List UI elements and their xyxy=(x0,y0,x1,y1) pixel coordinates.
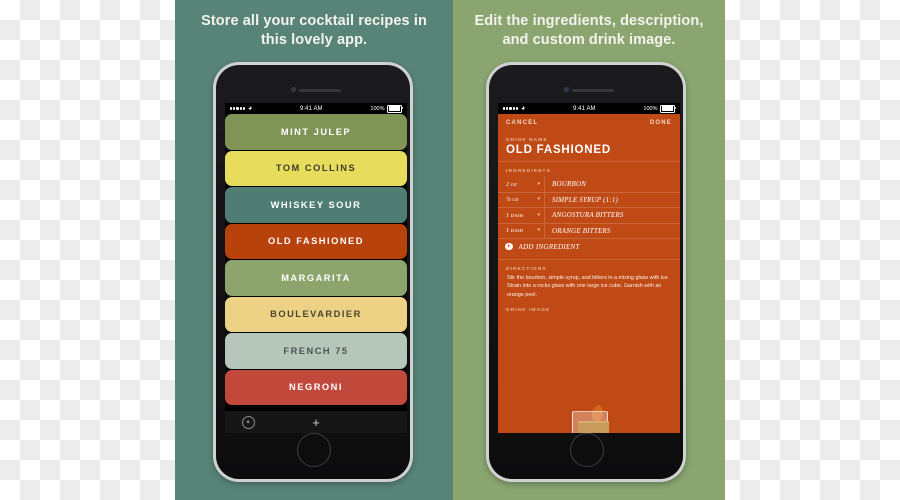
drink-name-label: NEGRONI xyxy=(289,382,343,393)
glass-body xyxy=(572,411,609,433)
form-navigation-bar: CANCEL DONE xyxy=(498,114,680,131)
drink-name-label: MINT JULEP xyxy=(280,126,352,137)
ingredient-quantity-stepper[interactable]: 1 DASH ▾ xyxy=(498,223,545,238)
add-ingredient-button[interactable]: + ADD INGREDIENT xyxy=(498,239,680,254)
chevron-down-icon: ▾ xyxy=(537,227,540,234)
list-item[interactable]: NEGRONI xyxy=(225,369,407,405)
drink-name-label: MARGARITA xyxy=(281,272,351,283)
ingredient-name-input[interactable]: ORANGE BITTERS xyxy=(545,227,680,235)
right-promo-panel: Edit the ingredients, description, and c… xyxy=(453,0,725,500)
signal-dots-icon xyxy=(503,107,518,110)
drink-image-preview[interactable] xyxy=(498,404,680,433)
divider xyxy=(498,259,680,260)
ingredient-name-input[interactable]: BOURBON xyxy=(545,180,680,188)
drink-name-label: BOULEVARDIER xyxy=(270,309,362,320)
drink-liquid xyxy=(577,421,609,433)
ingredient-amount-label: ¼ OZ xyxy=(506,196,519,204)
phone-left-body: ◕ 9:41 AM 100% MINT JULEP TOM COLLINS WH… xyxy=(216,65,410,479)
home-button[interactable] xyxy=(570,433,604,467)
ingredient-quantity-stepper[interactable]: ¼ OZ ▾ xyxy=(498,192,545,207)
drink-name-label: TOM COLLINS xyxy=(275,163,357,174)
drink-list[interactable]: MINT JULEP TOM COLLINS WHISKEY SOUR OLD … xyxy=(225,114,407,405)
front-camera-icon xyxy=(291,87,296,92)
status-bar-battery-group: 100% xyxy=(643,104,676,113)
directions-textarea[interactable]: Stir the bourbon, simple syrup, and bitt… xyxy=(498,272,680,299)
battery-percent-label: 100% xyxy=(370,105,385,112)
status-bar-left: ◕ 9:41 AM 100% xyxy=(225,103,407,114)
ingredient-row[interactable]: 1 DASH ▾ ORANGE BITTERS xyxy=(498,223,680,239)
chevron-down-icon: ▾ xyxy=(537,180,540,187)
status-bar-battery-group: 100% xyxy=(370,104,403,113)
status-bar-signal-group: ◕ xyxy=(230,105,252,112)
front-camera-icon xyxy=(564,87,569,92)
earpiece-speaker xyxy=(572,88,614,92)
edit-drink-form: CANCEL DONE DRINK NAME OLD FASHIONED ING… xyxy=(498,114,680,433)
list-item[interactable]: TOM COLLINS xyxy=(225,150,407,186)
drink-name-label: FRENCH 75 xyxy=(283,345,349,356)
home-button[interactable] xyxy=(297,433,331,467)
list-item[interactable]: FRENCH 75 xyxy=(225,333,407,369)
earpiece-speaker xyxy=(299,88,341,92)
rocks-glass-icon xyxy=(569,404,609,433)
drink-image-section-label: DRINK IMAGE xyxy=(506,308,551,314)
divider xyxy=(498,161,680,162)
drink-name-input[interactable]: OLD FASHIONED xyxy=(498,143,680,156)
ingredient-row[interactable]: 2 OZ ▾ BOURBON xyxy=(498,177,680,193)
chevron-down-icon: ▾ xyxy=(537,211,540,218)
ingredient-amount-label: 1 DASH xyxy=(506,227,524,235)
battery-full-icon xyxy=(660,104,676,113)
plus-circle-icon: + xyxy=(505,242,513,251)
left-panel-caption: Store all your cocktail recipes in this … xyxy=(201,13,427,49)
battery-full-icon xyxy=(387,104,403,113)
ingredient-amount-label: 2 OZ xyxy=(506,180,517,188)
list-item[interactable]: MINT JULEP xyxy=(225,114,407,150)
ingredient-amount-label: 1 DASH xyxy=(506,211,524,219)
ingredient-name-input[interactable]: ANGOSTURA BITTERS xyxy=(545,211,680,219)
bottom-toolbar: ✦ + xyxy=(225,411,407,433)
phone-left-screen: ◕ 9:41 AM 100% MINT JULEP TOM COLLINS WH… xyxy=(225,103,407,433)
ingredient-row[interactable]: ¼ OZ ▾ SIMPLE SYRUP (1:1) xyxy=(498,192,680,208)
ingredients-list: 2 OZ ▾ BOURBON ¼ OZ ▾ SIMPLE SYRUP (1:1)… xyxy=(498,177,680,254)
list-item[interactable]: MARGARITA xyxy=(225,260,407,296)
status-bar-signal-group: ◕ xyxy=(503,105,525,112)
chevron-down-icon: ▾ xyxy=(537,196,540,203)
left-promo-panel: Store all your cocktail recipes in this … xyxy=(175,0,453,500)
drink-name-label: WHISKEY SOUR xyxy=(270,199,362,210)
cancel-button[interactable]: CANCEL xyxy=(506,120,538,126)
settings-button[interactable]: ✦ xyxy=(225,415,271,429)
cocktail-shaker-icon: ✦ xyxy=(241,415,255,429)
ingredient-quantity-stepper[interactable]: 1 DASH ▾ xyxy=(498,208,545,223)
add-drink-button[interactable]: + xyxy=(271,416,361,429)
add-ingredient-label: ADD INGREDIENT xyxy=(518,242,580,251)
list-item[interactable]: OLD FASHIONED xyxy=(225,223,407,259)
list-item[interactable]: WHISKEY SOUR xyxy=(225,187,407,223)
phone-left: ◕ 9:41 AM 100% MINT JULEP TOM COLLINS WH… xyxy=(213,62,413,482)
battery-percent-label: 100% xyxy=(643,105,658,112)
ingredient-quantity-stepper[interactable]: 2 OZ ▾ xyxy=(498,177,545,192)
status-bar-time: 9:41 AM xyxy=(572,105,596,112)
ingredient-name-input[interactable]: SIMPLE SYRUP (1:1) xyxy=(545,196,680,204)
ingredient-row[interactable]: 1 DASH ▾ ANGOSTURA BITTERS xyxy=(498,208,680,224)
phone-right: ◕ 9:41 AM 100% CANCEL DONE DRINK NAME OL… xyxy=(486,62,686,482)
drink-name-label: OLD FASHIONED xyxy=(268,236,364,247)
ingredients-section-label: INGREDIENTS xyxy=(506,169,551,174)
list-item[interactable]: BOULEVARDIER xyxy=(225,296,407,332)
status-bar-time: 9:41 AM xyxy=(299,105,323,112)
phone-right-body: ◕ 9:41 AM 100% CANCEL DONE DRINK NAME OL… xyxy=(489,65,683,479)
status-bar-right: ◕ 9:41 AM 100% xyxy=(498,103,680,114)
done-button[interactable]: DONE xyxy=(650,120,672,126)
phone-right-screen: ◕ 9:41 AM 100% CANCEL DONE DRINK NAME OL… xyxy=(498,103,680,433)
right-panel-caption: Edit the ingredients, description, and c… xyxy=(474,13,704,49)
screenshot-stage: Store all your cocktail recipes in this … xyxy=(0,0,900,500)
signal-dots-icon xyxy=(230,107,245,110)
